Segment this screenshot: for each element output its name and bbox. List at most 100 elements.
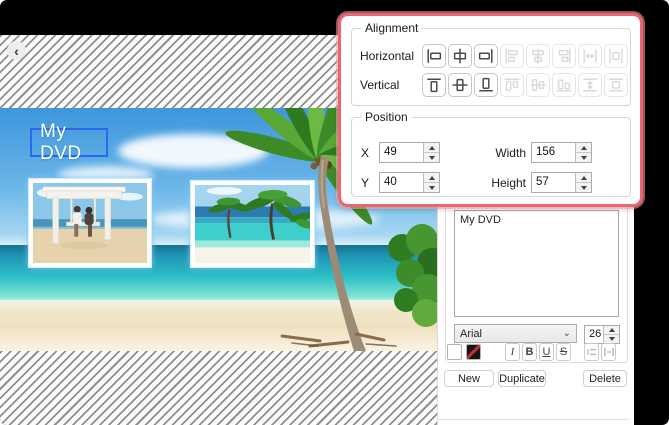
back-button[interactable]: ‹ — [7, 41, 26, 60]
list-item[interactable]: My DVD — [460, 214, 613, 226]
alignment-groupbox: Alignment Horizontal Vertical — [351, 28, 631, 106]
app-window: ‹ — [0, 0, 669, 425]
align-bottom-edges-icon — [556, 77, 572, 93]
font-family-select[interactable]: Arial ⌄ — [454, 324, 577, 343]
horizontal-label: Horizontal — [360, 49, 422, 63]
y-down-button[interactable] — [424, 183, 439, 192]
back-icon: ‹ — [14, 43, 19, 59]
text-fill-color-swatch[interactable] — [447, 344, 462, 360]
photo-frame-1[interactable] — [28, 178, 152, 268]
height-down-button[interactable] — [576, 183, 591, 192]
arrow-down-icon — [609, 337, 615, 341]
horizontal-alignment-row: Horizontal — [360, 44, 628, 68]
y-label: Y — [361, 176, 369, 190]
align-left-edges-button — [500, 44, 524, 68]
strikethrough-button[interactable]: S — [556, 343, 571, 361]
align-center-icon — [452, 48, 468, 64]
text-outline-color-swatch[interactable] — [466, 344, 481, 360]
photo-frame-2[interactable] — [190, 180, 315, 268]
position-groupbox: Position X 49 Width 156 Y 40 — [351, 117, 631, 197]
equal-horizontal-spacing-icon — [608, 48, 624, 64]
align-center-button[interactable] — [448, 44, 472, 68]
align-right-button[interactable] — [474, 44, 498, 68]
align-top-edges-button — [500, 73, 524, 97]
equal-vertical-spacing-button — [604, 73, 628, 97]
delete-label: Delete — [589, 373, 621, 385]
text-items-list[interactable]: My DVD — [454, 210, 619, 317]
arrow-up-icon — [581, 146, 587, 150]
align-bottom-button[interactable] — [474, 73, 498, 97]
y-value: 40 — [380, 173, 423, 192]
photo-2-image — [195, 185, 310, 263]
vertical-alignment-row: Vertical — [360, 73, 628, 97]
line-spacing-button[interactable] — [584, 343, 599, 361]
arrow-down-icon — [429, 186, 435, 190]
height-stepper[interactable]: 57 — [531, 172, 592, 193]
photo-1-image — [33, 183, 147, 263]
height-value: 57 — [532, 173, 575, 192]
duplicate-button[interactable]: Duplicate — [498, 370, 546, 387]
menu-title-text-object[interactable]: My DVD — [30, 128, 108, 157]
align-left-icon — [426, 48, 442, 64]
chevron-down-icon: ⌄ — [563, 330, 571, 338]
y-stepper[interactable]: 40 — [379, 172, 440, 193]
equal-vertical-spacing-icon — [608, 77, 624, 93]
align-horizontal-centers-icon — [530, 48, 546, 64]
bold-button[interactable]: B — [522, 343, 537, 361]
x-stepper[interactable]: 49 — [379, 142, 440, 163]
bold-label: B — [526, 346, 534, 358]
align-vertical-centers-button — [526, 73, 550, 97]
align-left-button[interactable] — [422, 44, 446, 68]
align-middle-button[interactable] — [448, 73, 472, 97]
font-family-value: Arial — [460, 328, 482, 340]
underline-button[interactable]: U — [539, 343, 554, 361]
font-size-up-button[interactable] — [604, 326, 619, 335]
letter-spacing-button[interactable] — [601, 343, 616, 361]
align-horizontal-centers-button — [526, 44, 550, 68]
alignment-group-title: Alignment — [361, 21, 422, 35]
arrow-down-icon — [581, 156, 587, 160]
arrow-up-icon — [609, 328, 615, 332]
arrow-down-icon — [581, 186, 587, 190]
width-stepper[interactable]: 156 — [531, 142, 592, 163]
position-group-title: Position — [361, 110, 412, 124]
align-right-edges-button — [552, 44, 576, 68]
menu-title-label: My DVD — [40, 121, 106, 165]
align-top-button[interactable] — [422, 73, 446, 97]
y-up-button[interactable] — [424, 173, 439, 183]
arrow-down-icon — [429, 156, 435, 160]
new-label: New — [458, 373, 480, 385]
x-up-button[interactable] — [424, 143, 439, 153]
delete-button[interactable]: Delete — [583, 370, 627, 387]
new-button[interactable]: New — [444, 370, 494, 387]
align-middle-icon — [452, 77, 468, 93]
font-size-stepper[interactable]: 26 — [584, 325, 620, 344]
align-right-edges-icon — [556, 48, 572, 64]
distribute-vertically-button — [578, 73, 602, 97]
underline-label: U — [543, 346, 551, 358]
duplicate-label: Duplicate — [499, 373, 545, 385]
line-spacing-icon — [586, 346, 598, 358]
distribute-horizontally-icon — [582, 48, 598, 64]
distribute-horizontally-button — [578, 44, 602, 68]
width-down-button[interactable] — [576, 153, 591, 162]
align-top-edges-icon — [504, 77, 520, 93]
letter-spacing-icon — [603, 346, 615, 358]
italic-button[interactable]: I — [505, 343, 520, 361]
width-up-button[interactable] — [576, 143, 591, 153]
strikethrough-label: S — [560, 346, 567, 358]
font-size-value: 26 — [585, 326, 603, 343]
arrow-up-icon — [429, 176, 435, 180]
font-size-down-button[interactable] — [604, 335, 619, 343]
height-up-button[interactable] — [576, 173, 591, 183]
align-bottom-edges-button — [552, 73, 576, 97]
align-top-icon — [426, 77, 442, 93]
vertical-label: Vertical — [360, 78, 422, 92]
annotation-highlight-panel: Alignment Horizontal Vertical — [338, 13, 643, 207]
x-down-button[interactable] — [424, 153, 439, 162]
arrow-up-icon — [429, 146, 435, 150]
sidebar-divider — [438, 419, 629, 420]
arrow-up-icon — [581, 176, 587, 180]
width-label: Width — [472, 146, 526, 160]
align-bottom-icon — [478, 77, 494, 93]
